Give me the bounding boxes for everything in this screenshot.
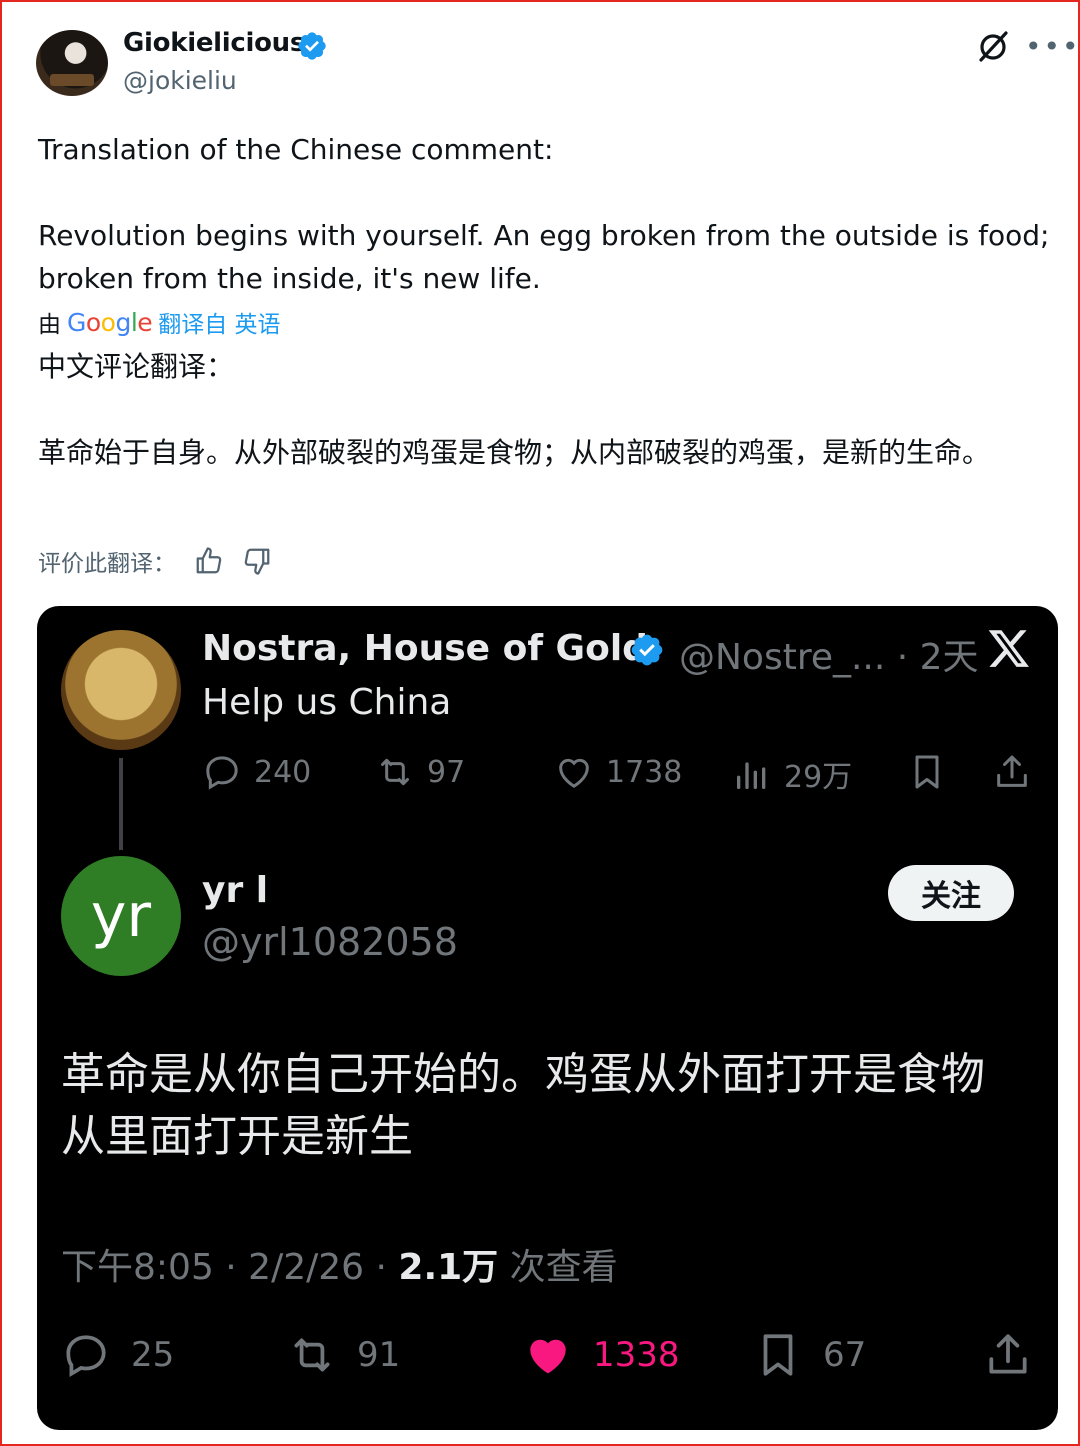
reply-meta: 下午8:05 · 2/2/26 · 2.1万 次查看: [61, 1238, 618, 1290]
reply-like-button[interactable]: 1338: [523, 1330, 680, 1380]
verified-badge-icon: [298, 32, 326, 60]
translated-from-link[interactable]: 翻译自 英语: [158, 305, 280, 339]
parent-reply-button[interactable]: 240: [202, 752, 311, 792]
thread-line: [119, 758, 123, 850]
reply-avatar[interactable]: yr: [61, 856, 181, 976]
reply-repost-button[interactable]: 91: [287, 1330, 400, 1380]
post-line-2: Revolution begins with yourself. An egg …: [38, 219, 1059, 295]
thumbs-down-icon[interactable]: [242, 546, 272, 576]
share-icon[interactable]: [992, 752, 1032, 792]
parent-like-button[interactable]: 1738: [554, 752, 682, 792]
author-handle[interactable]: @jokieliu: [123, 66, 237, 95]
cn-line-1: 中文评论翻译：: [38, 350, 235, 383]
reply-post-text: 革命是从你自己开始的。鸡蛋从外面打开是食物 从里面打开是新生: [61, 1044, 1041, 1168]
repost-icon: [294, 1338, 330, 1372]
verified-badge-icon: [631, 634, 663, 666]
reply-like-count: 1338: [593, 1335, 680, 1375]
views-chart-icon: [737, 762, 766, 789]
share-icon[interactable]: [983, 1330, 1033, 1380]
thumbs-up-icon[interactable]: [194, 546, 224, 576]
reply-line-2: 从里面打开是新生: [61, 1111, 413, 1162]
reply-bookmark-count: 67: [823, 1335, 867, 1375]
google-logo: Google: [67, 307, 153, 337]
reply-reply-count: 25: [131, 1335, 175, 1375]
follow-button[interactable]: 关注: [888, 865, 1014, 921]
translation-attribution: 由 Google 翻译自 英语: [38, 305, 281, 339]
reply-line-1: 革命是从你自己开始的。鸡蛋从外面打开是食物: [61, 1049, 985, 1100]
reply-bookmark-button[interactable]: 67: [753, 1330, 866, 1380]
reply-reply-button[interactable]: 25: [61, 1330, 174, 1380]
reply-author-handle[interactable]: @yrl1082058: [202, 920, 458, 964]
embedded-screenshot-card[interactable]: Nostra, House of Gold @Nostre_... · 2天 H…: [37, 606, 1058, 1430]
grok-icon[interactable]: [975, 28, 1011, 64]
author-avatar[interactable]: [36, 30, 108, 96]
bookmark-icon[interactable]: [907, 752, 947, 792]
reply-timestamp[interactable]: 下午8:05 · 2/2/26 ·: [61, 1247, 398, 1288]
reply-icon: [206, 756, 238, 790]
parent-views-count: 29万: [784, 760, 853, 795]
reply-icon: [66, 1335, 106, 1378]
reply-author-name[interactable]: yr l: [202, 870, 268, 911]
heart-icon: [559, 758, 589, 788]
parent-handle-time[interactable]: @Nostre_... · 2天: [679, 628, 979, 680]
post-text-english: Translation of the Chinese comment: Revo…: [38, 128, 1058, 300]
heart-filled-icon: [530, 1339, 566, 1374]
parent-like-count: 1738: [606, 754, 683, 790]
translated-by-prefix: 由: [38, 312, 61, 338]
parent-author-name[interactable]: Nostra, House of Gold: [202, 628, 648, 669]
reply-views-count: 2.1万: [398, 1247, 499, 1288]
parent-repost-count: 97: [427, 754, 466, 790]
rate-label: 评价此翻译：: [38, 551, 176, 577]
x-logo-icon: [988, 630, 1029, 667]
parent-post-text: Help us China: [202, 682, 452, 723]
parent-views-button[interactable]: 29万: [732, 752, 852, 796]
bookmark-icon: [763, 1334, 793, 1376]
rate-translation: 评价此翻译：: [38, 544, 272, 578]
more-options-icon[interactable]: •••: [1025, 30, 1080, 63]
parent-reply-count: 240: [254, 754, 312, 790]
author-name[interactable]: Giokielicious: [123, 28, 305, 58]
reply-repost-count: 91: [357, 1335, 401, 1375]
cn-line-2: 革命始于自身。从外部破裂的鸡蛋是食物；从内部破裂的鸡蛋，是新的生命。: [38, 436, 991, 469]
reply-views-suffix: 次查看: [498, 1247, 618, 1288]
post-line-1: Translation of the Chinese comment:: [38, 133, 554, 166]
parent-repost-button[interactable]: 97: [375, 752, 465, 792]
post-text-chinese: 中文评论翻译： 革命始于自身。从外部破裂的鸡蛋是食物；从内部破裂的鸡蛋，是新的生…: [38, 345, 1048, 474]
parent-avatar[interactable]: [61, 630, 181, 750]
repost-icon: [381, 758, 409, 786]
